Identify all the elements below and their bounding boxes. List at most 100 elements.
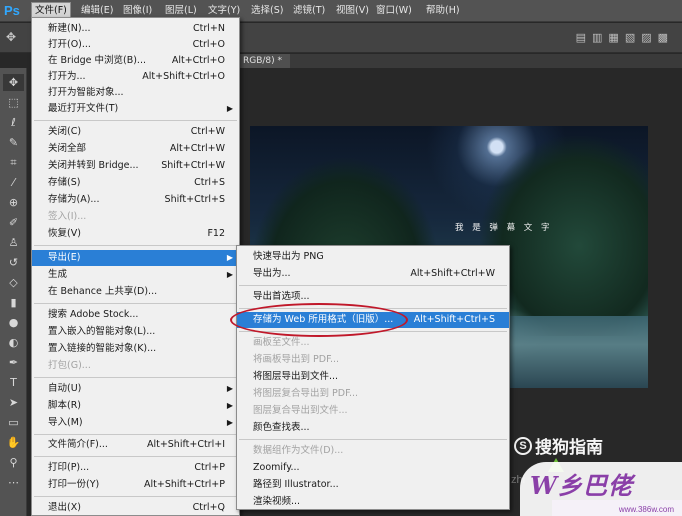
menu-item-shortcut: F12 xyxy=(207,228,225,239)
menu-item-label: 图层复合导出到文件... xyxy=(253,405,348,416)
menu-item-label: 存储为(A)... xyxy=(48,194,100,205)
menu-item-label: Zoomify... xyxy=(253,462,300,473)
lasso-icon[interactable]: ℓ xyxy=(3,114,24,131)
menu-item-shortcut: Alt+Ctrl+W xyxy=(169,143,225,154)
eyedropper-icon[interactable]: ⁄ xyxy=(3,174,24,191)
menu-filter[interactable]: 滤镜(T) xyxy=(290,3,328,19)
zoom-icon[interactable]: ⚲ xyxy=(3,454,24,471)
menu-separator xyxy=(34,434,237,435)
export-item-quick-png[interactable]: 快速导出为 PNG xyxy=(237,249,509,265)
menu-item-label: 置入嵌入的智能对象(L)... xyxy=(48,326,156,337)
menu-item-open-smart-object[interactable]: 打开为智能对象... xyxy=(32,85,239,101)
menu-item-scripts[interactable]: 脚本(R) ▶ xyxy=(32,398,239,414)
brush-icon[interactable]: ✐ xyxy=(3,214,24,231)
menu-separator xyxy=(34,456,237,457)
export-item-export-as[interactable]: 导出为... Alt+Shift+Ctrl+W xyxy=(237,266,509,282)
export-item-preferences[interactable]: 导出首选项... xyxy=(237,289,509,305)
menu-item-label: 打开为... xyxy=(48,71,86,82)
export-item-color-lookup[interactable]: 颜色查找表... xyxy=(237,420,509,436)
menu-item-shortcut: Alt+Ctrl+O xyxy=(171,55,225,66)
menu-item-shortcut: Alt+Shift+Ctrl+P xyxy=(144,479,225,490)
crop-icon[interactable]: ⌗ xyxy=(3,154,24,171)
menu-separator xyxy=(34,377,237,378)
align-icons[interactable]: ▤▥▦▧▨▩ xyxy=(576,31,674,44)
move-icon[interactable]: ✥ xyxy=(3,74,24,91)
menu-item-shortcut: Alt+Shift+Ctrl+S xyxy=(413,314,495,325)
export-item-layer-comps-pdf: 将图层复合导出到 PDF... xyxy=(237,386,509,402)
shape-icon[interactable]: ▭ xyxy=(3,414,24,431)
menu-item-revert[interactable]: 恢复(V) F12 xyxy=(32,226,239,242)
export-item-layers-to-files[interactable]: 将图层导出到文件... xyxy=(237,369,509,385)
menu-item-open[interactable]: 打开(O)... Ctrl+O xyxy=(32,37,239,53)
menu-item-export[interactable]: 导出(E) ▶ xyxy=(32,250,239,266)
menu-item-shortcut: Ctrl+Q xyxy=(192,502,225,513)
menu-item-save-as[interactable]: 存储为(A)... Shift+Ctrl+S xyxy=(32,192,239,208)
submenu-arrow-icon: ▶ xyxy=(226,270,233,279)
menu-select[interactable]: 选择(S) xyxy=(248,3,286,19)
menu-item-label: 文件简介(F)... xyxy=(48,439,108,450)
dodge-icon[interactable]: ◐ xyxy=(3,334,24,351)
menu-item-automate[interactable]: 自动(U) ▶ xyxy=(32,381,239,397)
menu-item-label: 打印一份(Y) xyxy=(48,479,100,490)
site-url: www.386w.com xyxy=(618,505,674,514)
menu-item-label: 打开为智能对象... xyxy=(48,87,124,98)
export-item-zoomify[interactable]: Zoomify... xyxy=(237,460,509,476)
gradient-icon[interactable]: ▮ xyxy=(3,294,24,311)
menu-item-label: 关闭全部 xyxy=(48,143,87,154)
menu-item-label: 将图层复合导出到 PDF... xyxy=(253,388,359,399)
menu-item-open-as[interactable]: 打开为... Alt+Shift+Ctrl+O xyxy=(32,69,239,85)
hand-icon[interactable]: ✋ xyxy=(3,434,24,451)
menu-file[interactable]: 文件(F) xyxy=(31,2,71,18)
more-tools-icon[interactable]: ⋯ xyxy=(3,474,24,491)
document-tab[interactable]: RGB/8) * xyxy=(240,54,291,68)
menu-item-save[interactable]: 存储(S) Ctrl+S xyxy=(32,175,239,191)
menu-separator xyxy=(34,303,237,304)
move-tool-icon[interactable]: ✥ xyxy=(6,30,16,44)
healing-icon[interactable]: ⊕ xyxy=(3,194,24,211)
menu-item-label: 新建(N)... xyxy=(48,23,91,34)
menu-item-label: 打印(P)... xyxy=(48,462,90,473)
type-icon[interactable]: T xyxy=(3,374,24,391)
menu-item-close[interactable]: 关闭(C) Ctrl+W xyxy=(32,124,239,140)
menu-item-place-embedded[interactable]: 置入嵌入的智能对象(L)... xyxy=(32,324,239,340)
menu-item-exit[interactable]: 退出(X) Ctrl+Q xyxy=(32,500,239,516)
menu-separator xyxy=(34,245,237,246)
menu-item-label: 恢复(V) xyxy=(48,228,81,239)
export-item-artboards-pdf: 将画板导出到 PDF... xyxy=(237,352,509,368)
menu-help[interactable]: 帮助(H) xyxy=(423,3,463,19)
history-brush-icon[interactable]: ↺ xyxy=(3,254,24,271)
marquee-icon[interactable]: ⬚ xyxy=(3,94,24,111)
menu-item-generate[interactable]: 生成 ▶ xyxy=(32,267,239,283)
export-item-paths-illustrator[interactable]: 路径到 Illustrator... xyxy=(237,477,509,493)
menu-item-close-goto-bridge[interactable]: 关闭并转到 Bridge... Shift+Ctrl+W xyxy=(32,158,239,174)
sogou-watermark: S 搜狗指南 xyxy=(514,433,603,458)
menu-item-shortcut: Ctrl+W xyxy=(190,126,225,137)
menu-item-recent[interactable]: 最近打开文件(T) ▶ xyxy=(32,101,239,117)
menu-separator xyxy=(34,496,237,497)
menu-item-shortcut: Shift+Ctrl+W xyxy=(161,160,225,171)
menu-item-share-behance[interactable]: 在 Behance 上共享(D)... xyxy=(32,284,239,300)
blur-icon[interactable]: ● xyxy=(3,314,24,331)
path-select-icon[interactable]: ➤ xyxy=(3,394,24,411)
export-item-render-video[interactable]: 渲染视频... xyxy=(237,494,509,510)
menu-item-search-stock[interactable]: 搜索 Adobe Stock... xyxy=(32,307,239,323)
quick-select-icon[interactable]: ✎ xyxy=(3,134,24,151)
menu-item-print[interactable]: 打印(P)... Ctrl+P xyxy=(32,460,239,476)
menu-view[interactable]: 视图(V) xyxy=(333,3,372,19)
stamp-icon[interactable]: ♙ xyxy=(3,234,24,251)
image-caption: 我 是 弹 幕 文 字 xyxy=(455,223,553,233)
annotation-oval xyxy=(230,303,408,337)
eraser-icon[interactable]: ◇ xyxy=(3,274,24,291)
menu-item-print-one-copy[interactable]: 打印一份(Y) Alt+Shift+Ctrl+P xyxy=(32,477,239,493)
menu-item-import[interactable]: 导入(M) ▶ xyxy=(32,415,239,431)
pen-icon[interactable]: ✒ xyxy=(3,354,24,371)
sogou-logo-icon: S xyxy=(514,436,532,455)
menu-item-browse-bridge[interactable]: 在 Bridge 中浏览(B)... Alt+Ctrl+O xyxy=(32,53,239,69)
menu-item-new[interactable]: 新建(N)... Ctrl+N xyxy=(32,21,239,37)
menu-item-close-all[interactable]: 关闭全部 Alt+Ctrl+W xyxy=(32,141,239,157)
menu-item-place-linked[interactable]: 置入链接的智能对象(K)... xyxy=(32,341,239,357)
site-logo: W乡巴佬 xyxy=(530,471,633,500)
menu-item-file-info[interactable]: 文件简介(F)... Alt+Shift+Ctrl+I xyxy=(32,437,239,453)
document-tab-bar: RGB/8) * xyxy=(240,54,682,68)
menu-window[interactable]: 窗口(W) xyxy=(373,3,415,19)
